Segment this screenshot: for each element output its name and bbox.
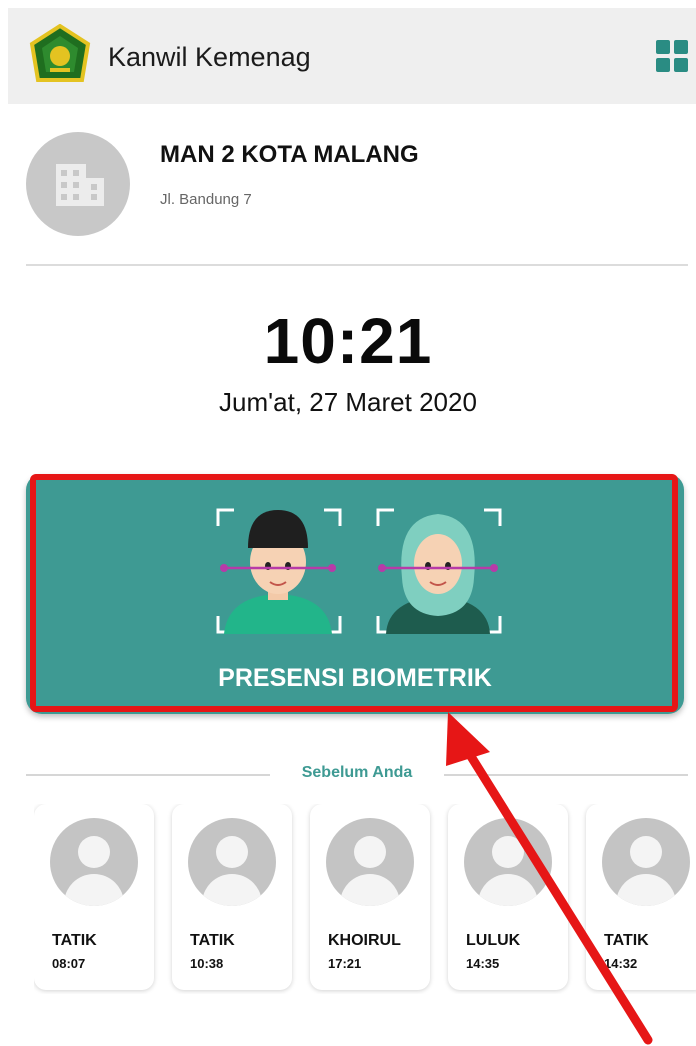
attendee-time: 14:35 <box>466 956 500 971</box>
attendee-name: LULUK <box>466 932 521 949</box>
attendance-card[interactable]: TATIK 14:32 <box>586 804 696 990</box>
highlight-box <box>30 474 678 712</box>
avatar-icon <box>464 818 552 906</box>
app-bar: Kanwil Kemenag <box>8 8 696 104</box>
school-name: MAN 2 KOTA MALANG <box>160 141 419 168</box>
avatar-icon <box>188 818 276 906</box>
attendee-time: 14:32 <box>604 956 638 971</box>
kemenag-logo <box>29 24 91 82</box>
attendance-card[interactable]: KHOIRUL 17:21 <box>310 804 430 990</box>
school-address: Jl. Bandung 7 <box>160 191 252 208</box>
attendee-name: TATIK <box>604 932 649 949</box>
attendance-card[interactable]: LULUK 14:35 <box>448 804 568 990</box>
attendee-name: TATIK <box>52 932 97 949</box>
attendee-time: 10:38 <box>190 956 224 971</box>
attendance-card[interactable]: TATIK 08:07 <box>34 804 154 990</box>
divider-right <box>444 774 688 776</box>
top-edge <box>0 0 696 8</box>
divider <box>26 264 688 266</box>
attendee-name: TATIK <box>190 932 235 949</box>
attendance-card[interactable]: TATIK 10:38 <box>172 804 292 990</box>
clock-date: Jum'at, 27 Maret 2020 <box>219 387 477 417</box>
avatar-icon <box>326 818 414 906</box>
divider-left <box>26 774 270 776</box>
avatar-icon <box>50 818 138 906</box>
attendee-time: 17:21 <box>328 956 362 971</box>
previous-attendance-list[interactable]: TATIK 08:07 TATIK 10:38 KHOIRUL 17:21 LU… <box>34 804 696 994</box>
clock-time: 10:21 <box>263 305 433 377</box>
previous-section-label: Sebelum Anda <box>301 764 413 781</box>
building-icon <box>26 132 130 236</box>
app-title: Kanwil Kemenag <box>108 42 311 72</box>
avatar-icon <box>602 818 690 906</box>
grid-menu-icon[interactable] <box>656 40 690 74</box>
attendee-name: KHOIRUL <box>328 932 401 949</box>
attendee-time: 08:07 <box>52 956 86 971</box>
